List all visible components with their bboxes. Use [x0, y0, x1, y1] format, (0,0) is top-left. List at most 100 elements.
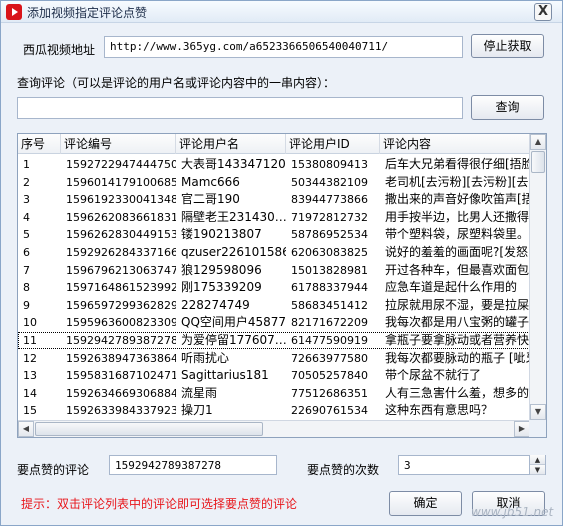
video-url-label: 西瓜视频地址 — [23, 43, 96, 57]
table-row[interactable]: 3 1596192330041348 官二哥190 83944773866 撒出来的声音… — [18, 191, 530, 208]
row-username: 为爱停留177607… — [181, 333, 286, 347]
table-row[interactable]: 7 1596796213063747 狼129598096 15013828981 开过… — [18, 262, 530, 279]
table-row[interactable]: 13 1595831687102471 Sagittarius181 70505257… — [18, 367, 530, 384]
column-header-comment-id[interactable]: 评论编号 — [61, 134, 176, 154]
row-content: 我每次都是用八宝粥的罐子 — [385, 315, 530, 330]
comment-table[interactable]: 序号 评论编号 评论用户名 评论用户ID 评论内容 1 1592722947444… — [17, 133, 547, 438]
row-content: 撒出来的声音好像吹笛声[捂脸] — [385, 192, 530, 207]
table-row[interactable]: 12 1592638947363864 听雨扰心 72663977580 我每次都要脉动… — [18, 350, 530, 367]
horizontal-scroll-thumb[interactable] — [35, 422, 263, 436]
table-row[interactable]: 9 1596597299362829 228274749 58683451412 拉尿就… — [18, 297, 530, 314]
row-user-id: 83944773866 — [291, 193, 368, 207]
row-username: 官二哥190 — [181, 192, 240, 207]
close-button[interactable]: X — [534, 3, 552, 21]
row-comment-id: 1595963600823309 — [66, 316, 176, 330]
row-username: 隔壁老王231430… — [181, 209, 286, 224]
row-username: 大表哥143347120 — [181, 157, 286, 171]
row-index: 10 — [23, 316, 37, 330]
scroll-down-icon[interactable]: ▼ — [530, 404, 546, 420]
row-comment-id: 1596262830449153 — [66, 228, 176, 242]
row-content: 应急车道是起什么作用的 — [385, 280, 518, 295]
row-comment-id: 1596014179100685 — [66, 175, 176, 189]
stop-fetch-button[interactable]: 停止获取 — [471, 34, 544, 58]
horizontal-scrollbar[interactable]: ◀ ▶ — [18, 420, 530, 437]
row-content: 带个尿盆不就行了 — [385, 368, 482, 383]
scroll-right-icon[interactable]: ▶ — [514, 421, 530, 437]
row-content: 用手按半边，比男人还撒得远 — [385, 209, 530, 224]
row-index: 1 — [23, 158, 30, 171]
like-target-label: 要点赞的评论 — [17, 463, 90, 477]
row-comment-id: 1596262083661831 — [66, 210, 176, 224]
like-count-stepper[interactable]: ▲ ▼ — [529, 455, 545, 475]
table-row[interactable]: 6 1592926284337166 qzuser226101586 62063083… — [18, 244, 530, 261]
row-user-id: 61788337944 — [291, 281, 368, 295]
row-content: 拿瓶子要拿脉动或者营养快线 — [385, 333, 530, 347]
row-user-id: 22690761534 — [291, 404, 368, 418]
stepper-down-icon[interactable]: ▼ — [530, 465, 545, 475]
vertical-scroll-thumb[interactable] — [531, 151, 545, 173]
column-header-content[interactable]: 评论内容 — [380, 134, 530, 154]
app-icon — [6, 4, 22, 20]
row-index: 2 — [23, 175, 30, 189]
row-username: 操刀1 — [181, 403, 213, 418]
row-content: 带个塑料袋，尿塑料袋里。 — [385, 227, 530, 242]
table-header: 序号 评论编号 评论用户名 评论用户ID 评论内容 — [18, 134, 530, 154]
row-user-id: 58786952534 — [291, 228, 368, 242]
query-button[interactable]: 查询 — [471, 95, 544, 120]
row-index: 3 — [23, 193, 30, 207]
row-username: QQ空间用户45877 — [181, 315, 286, 330]
row-content: 说好的羞羞的画面呢?[发怒] — [385, 245, 530, 259]
scroll-up-icon[interactable]: ▲ — [530, 134, 546, 150]
row-user-id: 82171672209 — [291, 316, 368, 330]
row-user-id: 61477590919 — [291, 334, 368, 347]
row-comment-id: 1592926284337166 — [66, 246, 176, 259]
table-row[interactable]: 10 1595963600823309 QQ空间用户45877 82171672209… — [18, 314, 530, 331]
like-count-label: 要点赞的次数 — [307, 463, 380, 477]
query-label: 查询评论（可以是评论的用户名或评论内容中的一串内容）： — [17, 76, 336, 90]
table-row[interactable]: 5 1596262830449153 镂190213807 58786952534 带个… — [18, 226, 530, 243]
stepper-up-icon[interactable]: ▲ — [530, 455, 545, 465]
row-index: 11 — [23, 334, 37, 347]
row-username: 刚175339209 — [181, 280, 262, 295]
vertical-scrollbar[interactable]: ▲ ▼ — [529, 134, 546, 420]
like-count-input[interactable]: 3 — [398, 455, 546, 475]
table-row[interactable]: 4 1596262083661831 隔壁老王231430… 71972812732 用… — [18, 209, 530, 226]
row-index: 5 — [23, 228, 30, 242]
row-username: 流星雨 — [181, 385, 218, 400]
window-title: 添加视频指定评论点赞 — [27, 6, 148, 20]
row-index: 15 — [23, 404, 37, 418]
row-user-id: 71972812732 — [291, 210, 368, 224]
row-content: 拉尿就用尿不湿，要是拉屎呢 — [385, 297, 530, 312]
ok-button[interactable]: 确定 — [389, 491, 462, 516]
column-header-user-id[interactable]: 评论用户ID — [286, 134, 380, 154]
table-row[interactable]: 8 1597164861523992 刚175339209 61788337944 应急… — [18, 279, 530, 296]
row-username: 228274749 — [181, 297, 250, 312]
row-user-id: 62063083825 — [291, 246, 368, 259]
row-index: 14 — [23, 386, 37, 400]
row-comment-id: 1592633984337923 — [66, 404, 176, 418]
row-content: 我每次都要脉动的瓶子 [呲牙] — [385, 350, 530, 365]
table-row[interactable]: 2 1596014179100685 Mamc666 50344382109 老司机[去… — [18, 174, 530, 191]
column-header-username[interactable]: 评论用户名 — [176, 134, 286, 154]
row-comment-id: 1595831687102471 — [66, 369, 176, 383]
row-username: 镂190213807 — [181, 227, 262, 242]
table-row[interactable]: 14 1592634669306884 流星雨 77512686351 人有三急害什么羞… — [18, 385, 530, 402]
row-username: Mamc666 — [181, 174, 240, 189]
scroll-left-icon[interactable]: ◀ — [18, 421, 34, 437]
column-header-index[interactable]: 序号 — [18, 134, 61, 154]
table-row[interactable]: 15 1592633984337923 操刀1 22690761534 这种东西有意思吗… — [18, 402, 530, 419]
row-comment-id: 1592634669306884 — [66, 386, 176, 400]
video-url-input[interactable]: http://www.365yg.com/a652336650654004071… — [104, 36, 463, 58]
row-user-id: 77512686351 — [291, 386, 368, 400]
row-comment-id: 1596796213063747 — [66, 263, 176, 277]
table-row[interactable]: 1 1592722947444750 大表哥143347120 15380809413… — [18, 156, 530, 173]
table-row[interactable]: 11 1592942789387278 为爱停留177607… 61477590919… — [18, 332, 530, 349]
row-index: 8 — [23, 281, 30, 295]
row-content: 开过各种车，但最喜欢面包车 — [385, 262, 530, 277]
query-input[interactable] — [17, 97, 463, 119]
scrollbar-corner — [529, 420, 546, 437]
like-target-input[interactable]: 1592942789387278 — [109, 455, 277, 475]
row-user-id: 50344382109 — [291, 175, 368, 189]
row-content: 后车大兄弟看得很仔细[捂脸] — [385, 157, 530, 171]
row-username: 狼129598096 — [181, 262, 262, 277]
